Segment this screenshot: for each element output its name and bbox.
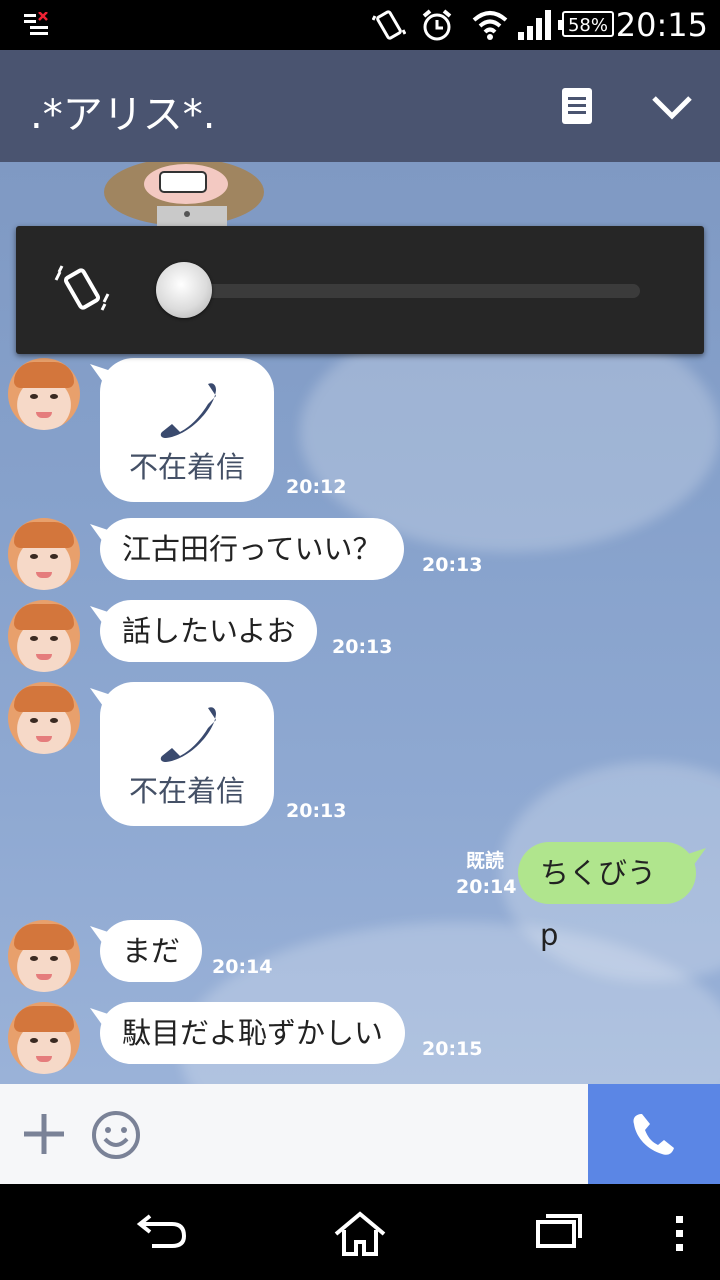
vibrate-icon[interactable] — [54, 262, 110, 318]
collapse-button[interactable] — [650, 84, 694, 128]
contact-avatar[interactable] — [8, 1002, 80, 1074]
message-bubble[interactable]: 話したいよお — [100, 600, 318, 662]
home-icon[interactable] — [332, 1210, 388, 1258]
chat-header: .*アリス*. — [0, 50, 720, 162]
status-bar: 58% 20:15 — [0, 0, 720, 50]
message-bubble[interactable]: 江古田行っていい？ — [100, 518, 404, 580]
volume-slider-track[interactable] — [196, 284, 640, 298]
message-bubble[interactable]: まだ — [100, 920, 203, 982]
message-time: 20:14 — [456, 876, 517, 898]
chevron-down-icon — [652, 96, 692, 120]
message-time: 20:13 — [422, 554, 483, 576]
message-time: 20:13 — [332, 636, 393, 658]
alarm-icon — [422, 9, 452, 41]
message-time: 20:14 — [212, 956, 273, 978]
message-time: 20:15 — [422, 1038, 483, 1060]
system-nav-bar — [0, 1184, 720, 1280]
plus-icon[interactable] — [22, 1112, 66, 1156]
overflow-menu-icon[interactable] — [674, 1214, 686, 1254]
vibrate-status-icon — [372, 10, 406, 40]
signal-icon — [518, 10, 551, 40]
message-bubble[interactable]: 駄目だよ恥ずかしい — [100, 1002, 406, 1064]
phone-icon — [160, 383, 216, 438]
contact-avatar[interactable] — [8, 682, 80, 754]
message-time: 20:12 — [286, 476, 347, 498]
phone-icon — [160, 707, 216, 762]
wifi-icon — [472, 11, 508, 40]
status-clock: 20:15 — [615, 6, 708, 44]
message-input-bar — [0, 1084, 720, 1184]
missed-call-bubble[interactable]: 不在着信 — [100, 682, 274, 826]
missed-call-bubble[interactable]: 不在着信 — [100, 358, 274, 502]
note-icon — [562, 88, 592, 124]
phone-icon — [633, 1114, 674, 1155]
sent-message-bubble[interactable]: ちくびうp — [518, 842, 696, 952]
chat-title: .*アリス*. — [30, 92, 216, 138]
volume-slider-knob[interactable] — [156, 262, 212, 318]
notification-icon — [24, 12, 48, 35]
read-receipt: 既読 — [466, 850, 505, 872]
emoji-icon[interactable] — [90, 1109, 142, 1161]
missed-call-label: 不在着信 — [128, 450, 245, 484]
contact-avatar[interactable] — [8, 600, 80, 672]
call-button[interactable] — [588, 1084, 720, 1184]
volume-overlay — [16, 226, 704, 354]
back-icon[interactable] — [136, 1210, 188, 1250]
notes-button[interactable] — [556, 84, 600, 128]
sticker-image[interactable] — [102, 162, 272, 232]
battery-indicator: 58% — [558, 11, 614, 37]
missed-call-label: 不在着信 — [128, 774, 245, 808]
contact-avatar[interactable] — [8, 358, 80, 430]
contact-avatar[interactable] — [8, 920, 80, 992]
contact-avatar[interactable] — [8, 518, 80, 590]
message-time: 20:13 — [286, 800, 347, 822]
recent-apps-icon[interactable] — [534, 1210, 586, 1250]
